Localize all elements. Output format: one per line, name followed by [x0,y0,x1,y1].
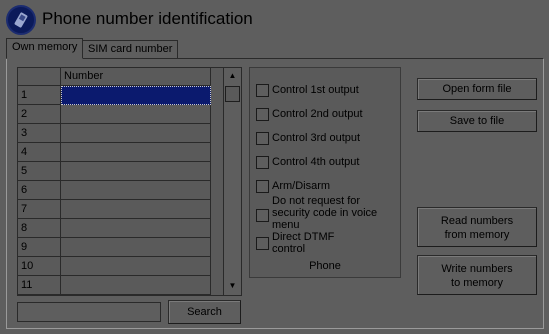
checkbox[interactable] [256,132,269,145]
checkbox-label: Arm/Disarm [272,180,331,192]
checkbox-label: Control 4th output [272,156,360,168]
button-label-line: to memory [451,277,503,289]
column-header-number[interactable]: Number [61,68,211,86]
number-cell[interactable] [61,86,211,105]
mobile-phone-icon [14,12,28,28]
row-index: 9 [18,238,61,257]
grid-scrollbar[interactable]: ▲ ▼ [223,68,241,295]
scroll-down-arrow-icon[interactable]: ▼ [224,280,241,292]
checkbox[interactable] [256,108,269,121]
write-numbers-to-memory-button[interactable]: Write numbers to memory [417,255,537,295]
phone-options-group: Control 1st output Control 2nd output Co… [249,67,401,278]
checkbox-label: Do not request for security code in voic… [272,195,378,231]
number-cell[interactable] [61,105,211,124]
button-label-line: Write numbers [441,263,513,275]
row-index: 5 [18,162,61,181]
no-security-code-option[interactable]: Do not request for security code in voic… [256,195,386,231]
number-cell[interactable] [61,219,211,238]
scroll-thumb[interactable] [225,86,240,102]
scroll-up-arrow-icon[interactable]: ▲ [224,70,241,82]
number-cell[interactable] [61,181,211,200]
button-label-line: from memory [444,229,510,241]
tab-own-memory[interactable]: Own memory [6,38,84,59]
checkbox[interactable] [256,209,269,222]
tab-sim-card-number[interactable]: SIM card number [82,40,179,58]
row-index: 6 [18,181,61,200]
checkbox[interactable] [256,237,269,250]
number-cell[interactable] [61,238,211,257]
number-cell[interactable] [61,200,211,219]
numbers-grid[interactable]: Number ▲ ▼ 1 2 3 4 5 6 7 8 9 10 11 [17,67,242,296]
row-index: 11 [18,276,61,295]
row-index: 3 [18,124,61,143]
search-input[interactable] [17,302,161,322]
row-index: 1 [18,86,61,105]
checkbox-label: Direct DTMF control [272,231,335,255]
checkbox-label: Control 3rd output [272,132,361,144]
checkbox-label: Control 2nd output [272,108,363,120]
group-caption-phone: Phone [309,260,341,272]
save-to-file-button[interactable]: Save to file [417,110,537,132]
row-index: 10 [18,257,61,276]
button-label-line: Read numbers [440,215,514,227]
phone-app-icon [6,5,36,35]
row-index: 7 [18,200,61,219]
number-cell[interactable] [61,276,211,295]
open-form-file-button[interactable]: Open form file [417,78,537,100]
grid-corner [18,68,61,86]
number-cell[interactable] [61,162,211,181]
checkbox[interactable] [256,84,269,97]
row-index: 8 [18,219,61,238]
row-index: 4 [18,143,61,162]
search-button[interactable]: Search [168,300,241,324]
number-cell[interactable] [61,143,211,162]
checkbox-label: Control 1st output [272,84,359,96]
checkbox[interactable] [256,156,269,169]
read-numbers-from-memory-button[interactable]: Read numbers from memory [417,207,537,247]
checkbox[interactable] [256,180,269,193]
number-cell[interactable] [61,124,211,143]
row-index: 2 [18,105,61,124]
number-cell[interactable] [61,257,211,276]
page-title: Phone number identification [42,9,253,28]
